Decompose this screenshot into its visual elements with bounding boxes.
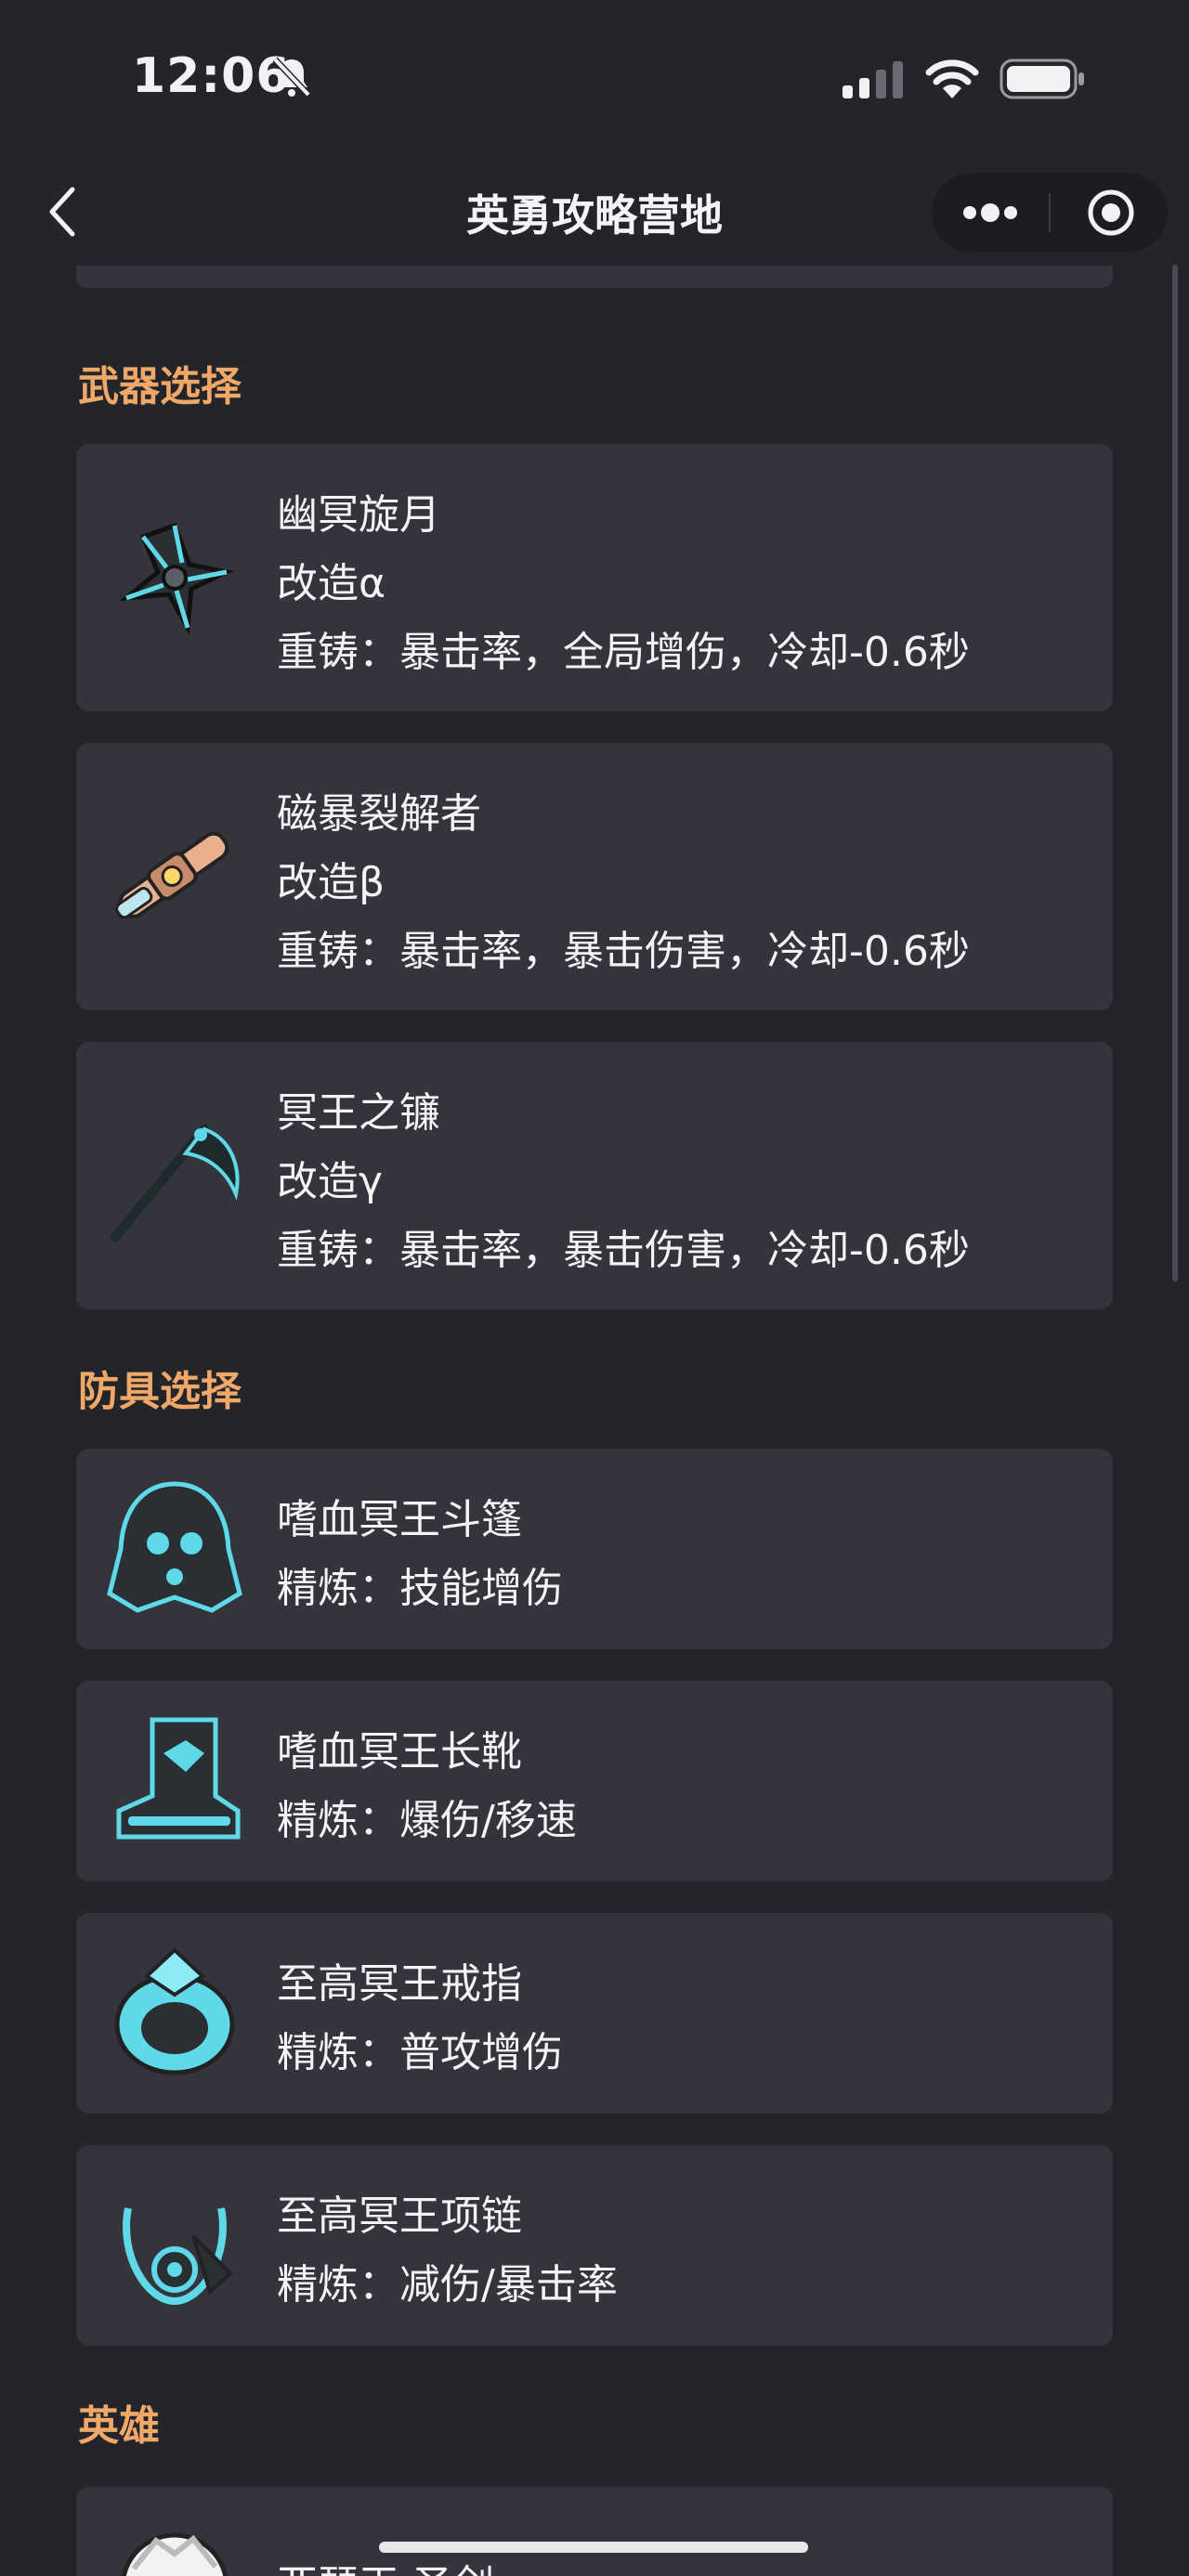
cloak-armor-icon xyxy=(107,1481,242,1613)
hero-avatar-icon xyxy=(121,2532,229,2576)
close-button[interactable] xyxy=(1051,173,1168,253)
hero-name: 亚瑟王·圣剑 xyxy=(277,2552,494,2576)
status-time: 12:06 xyxy=(132,48,291,104)
armor-refine: 精炼：普攻增伤 xyxy=(277,2029,563,2076)
weapon-name: 冥王之镰 xyxy=(277,1089,440,1137)
section-title-heroes: 英雄 xyxy=(78,2402,160,2450)
more-dots-icon xyxy=(963,203,1017,222)
necklace-armor-icon xyxy=(123,2207,233,2306)
cellular-signal-icon xyxy=(843,61,903,98)
nav-bar: 英勇攻略营地 xyxy=(0,158,1189,266)
status-bar: 12:06 xyxy=(0,0,1189,158)
armor-name: 至高冥王戒指 xyxy=(277,1960,522,2008)
armor-refine: 精炼：爆伤/移速 xyxy=(277,1797,577,1844)
weapon-card[interactable]: 幽冥旋月 改造α 重铸：暴击率，全局增伤，冷却-0.6秒 xyxy=(76,444,1113,711)
weapon-mod: 改造α xyxy=(277,560,386,607)
mini-program-capsule xyxy=(932,173,1168,253)
armor-name: 至高冥王项链 xyxy=(277,2192,522,2240)
ring-armor-icon xyxy=(114,1947,235,2075)
scythe-weapon-icon xyxy=(111,1125,240,1242)
armor-refine: 精炼：减伤/暴击率 xyxy=(277,2261,618,2309)
home-indicator[interactable] xyxy=(379,2542,808,2553)
weapon-mod: 改造γ xyxy=(277,1158,384,1205)
armor-name: 嗜血冥王斗篷 xyxy=(277,1496,522,1543)
weapon-name: 幽冥旋月 xyxy=(277,491,440,539)
energy-blaster-weapon-icon xyxy=(115,831,229,919)
armor-card[interactable]: 至高冥王戒指 精炼：普攻增伤 xyxy=(76,1913,1113,2114)
weapon-reforge: 重铸：暴击率，全局增伤，冷却-0.6秒 xyxy=(277,629,970,676)
armor-name: 嗜血冥王长靴 xyxy=(277,1728,522,1776)
shuriken-weapon-icon xyxy=(119,522,234,636)
scrollbar[interactable] xyxy=(1172,265,1178,1281)
target-close-icon xyxy=(1088,189,1134,236)
armor-card[interactable]: 嗜血冥王长靴 精炼：爆伤/移速 xyxy=(76,1681,1113,1881)
weapon-reforge: 重铸：暴击率，暴击伤害，冷却-0.6秒 xyxy=(277,1227,970,1274)
hero-card[interactable]: 亚瑟王·圣剑 xyxy=(76,2487,1113,2576)
more-button[interactable] xyxy=(932,173,1049,253)
previous-card xyxy=(76,266,1113,288)
weapon-card[interactable]: 冥王之镰 改造γ 重铸：暴击率，暴击伤害，冷却-0.6秒 xyxy=(76,1042,1113,1309)
section-title-armor: 防具选择 xyxy=(78,1368,242,1415)
weapon-mod: 改造β xyxy=(277,859,385,906)
weapon-name: 磁暴裂解者 xyxy=(277,790,481,838)
scroll-content[interactable]: 武器选择 幽冥旋月 改造α 重铸：暴击率，全局增伤，冷却-0.6秒 磁暴裂解者 … xyxy=(0,266,1189,2576)
wifi-icon xyxy=(925,59,979,98)
armor-card[interactable]: 至高冥王项链 精炼：减伤/暴击率 xyxy=(76,2145,1113,2346)
bell-muted-icon xyxy=(272,57,311,98)
battery-icon xyxy=(1000,59,1084,99)
boots-armor-icon xyxy=(116,1717,241,1840)
armor-refine: 精炼：技能增伤 xyxy=(277,1565,563,1612)
weapon-card[interactable]: 磁暴裂解者 改造β 重铸：暴击率，暴击伤害，冷却-0.6秒 xyxy=(76,743,1113,1010)
section-title-weapons: 武器选择 xyxy=(78,363,242,410)
armor-card[interactable]: 嗜血冥王斗篷 精炼：技能增伤 xyxy=(76,1449,1113,1649)
weapon-reforge: 重铸：暴击率，暴击伤害，冷却-0.6秒 xyxy=(277,928,970,975)
